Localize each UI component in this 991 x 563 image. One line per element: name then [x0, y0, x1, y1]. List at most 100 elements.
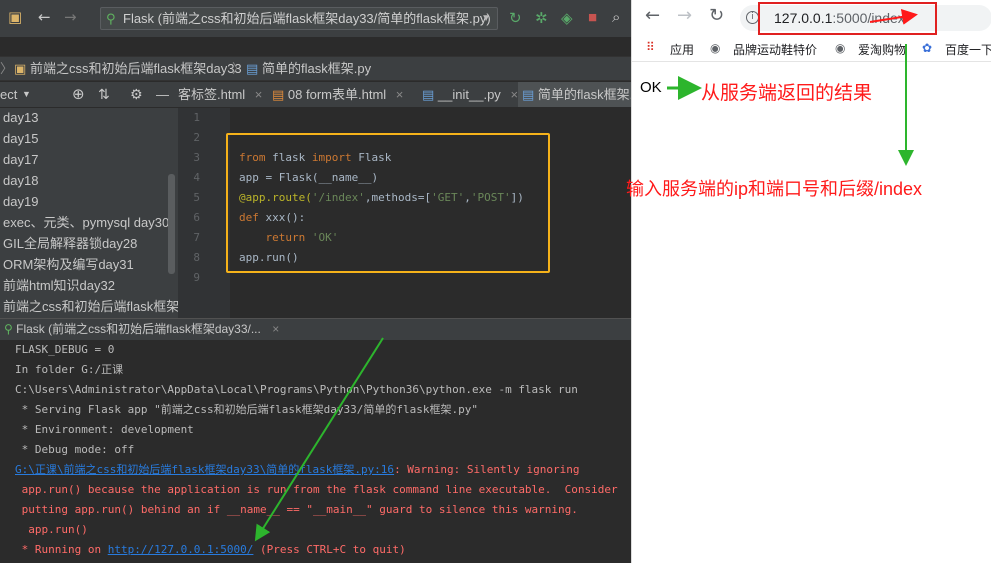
tree-scrollbar[interactable]: [168, 174, 175, 274]
console-line: In folder G:/正课: [15, 363, 124, 376]
console-line: * Environment: development: [15, 423, 194, 436]
chevron-down-icon[interactable]: ▼: [22, 82, 31, 107]
line-number: 7: [193, 231, 200, 244]
search-icon[interactable]: ⌕: [612, 9, 620, 26]
close-icon[interactable]: ×: [396, 87, 404, 102]
minimize-icon[interactable]: —: [156, 82, 169, 107]
tab-simple-flask-py[interactable]: ▤ 简单的flask框架.py: [518, 82, 631, 107]
tree-item[interactable]: ORM架构及编写day31: [3, 255, 134, 275]
line-number: 5: [193, 191, 200, 204]
tree-item[interactable]: exec、元类、pymysql day30: [3, 213, 169, 233]
chevron-down-icon: ▼: [481, 13, 491, 24]
line-number: 6: [193, 211, 200, 224]
breadcrumb: 〉 ▣ 前端之css和初始后端flask框架day33 〉 ▤ 简单的flask…: [0, 56, 631, 81]
gear-icon[interactable]: ⚙: [130, 82, 143, 107]
project-view-label[interactable]: ect: [0, 82, 17, 107]
code-line-5: @app.route('/index',methods=['GET','POST…: [239, 191, 524, 204]
tab-html-label[interactable]: 客标签.html ×: [174, 82, 262, 107]
warning-file-link[interactable]: G:\正课\前端之css和初始后端flask框架day33\简单的flask框架…: [15, 463, 394, 476]
python-file-icon: ▤: [522, 87, 535, 102]
back-icon[interactable]: ←: [645, 5, 660, 26]
crosshair-icon[interactable]: ⊕: [72, 82, 85, 107]
line-number: 4: [193, 171, 200, 184]
console-warning-line: G:\正课\前端之css和初始后端flask框架day33\简单的flask框架…: [15, 463, 580, 476]
code-line-6: def xxx():: [239, 211, 306, 224]
tree-item[interactable]: 前端html知识day32: [3, 276, 115, 296]
rerun-icon[interactable]: ↻: [509, 9, 522, 27]
tree-item[interactable]: day19: [3, 192, 38, 212]
apps-grid-icon[interactable]: ⠿: [646, 40, 655, 54]
tree-item[interactable]: GIL全局解释器锁day28: [3, 234, 137, 254]
folder-icon[interactable]: ▣: [8, 8, 22, 26]
console-line: FLASK_DEBUG = 0: [15, 343, 115, 356]
breadcrumb-folder-icon: ▣: [14, 61, 27, 76]
tree-item[interactable]: day15: [3, 129, 38, 149]
back-arrow-icon[interactable]: ←: [38, 8, 51, 26]
close-icon[interactable]: ×: [255, 87, 263, 102]
console-line: * Serving Flask app "前端之css和初始后端flask框架d…: [15, 403, 479, 416]
code-line-4: app = Flask(__name__): [239, 171, 379, 184]
close-icon[interactable]: ×: [510, 87, 518, 102]
debug-bug-icon[interactable]: ✲: [535, 9, 548, 27]
tab-label: 客标签.html: [178, 87, 246, 102]
coverage-shield-icon[interactable]: ◈: [561, 9, 573, 27]
line-number: 9: [193, 271, 200, 284]
code-line-3: from flask import Flask: [239, 151, 392, 164]
run-configuration-select[interactable]: ⚲ Flask (前端之css和初始后端flask框架day33/简单的flas…: [100, 7, 498, 30]
running-url-link[interactable]: http://127.0.0.1:5000/: [108, 543, 254, 556]
console-running-line: * Running on http://127.0.0.1:5000/ (Pre…: [15, 543, 406, 556]
result-annotation: 从服务端返回的结果: [701, 83, 873, 104]
breadcrumb-separator-icon: 〉: [232, 61, 246, 76]
tab-label: 简单的flask框架.py: [537, 87, 631, 102]
line-number: 2: [193, 131, 200, 144]
console-line: C:\Users\Administrator\AppData\Local\Pro…: [15, 383, 578, 396]
flask-run-icon: ⚲: [4, 322, 13, 336]
tab-label: __init__.py: [437, 87, 501, 102]
page-body-text: OK: [640, 79, 662, 96]
run-configuration-label: Flask (前端之css和初始后端flask框架day33/简单的flask框…: [123, 11, 491, 26]
run-tab-label: Flask (前端之css和初始后端flask框架day33/...: [16, 322, 261, 336]
flask-run-icon: ⚲: [106, 11, 116, 26]
tree-item[interactable]: 前端之css和初始后端flask框架d: [3, 297, 178, 317]
globe-icon: ◉: [835, 41, 846, 55]
tree-item[interactable]: day18: [3, 171, 38, 191]
html-file-icon: ▤: [272, 87, 285, 102]
tree-item[interactable]: day17: [3, 150, 38, 170]
breadcrumb-folder[interactable]: 前端之css和初始后端flask框架day33: [30, 57, 242, 81]
bookmark-apps[interactable]: 应用: [670, 41, 694, 58]
line-number: 1: [193, 111, 200, 124]
bookmark-item[interactable]: 百度一下: [945, 41, 991, 58]
code-line-7: return 'OK': [239, 231, 339, 244]
close-icon[interactable]: ×: [272, 322, 279, 336]
forward-arrow-icon[interactable]: →: [64, 8, 77, 26]
console-line: * Debug mode: off: [15, 443, 135, 456]
code-line-8: app.run(): [239, 251, 299, 264]
reload-icon[interactable]: ↻: [709, 5, 724, 26]
stop-icon[interactable]: ■: [588, 9, 597, 26]
python-file-icon: ▤: [422, 87, 435, 102]
bookmark-item[interactable]: 品牌运动鞋特价: [733, 41, 817, 58]
tab-init-py[interactable]: ▤ __init__.py ×: [418, 82, 518, 107]
console-warning-line: putting app.run() behind an if __name__ …: [15, 503, 578, 516]
ide-window: ▣ ← → ⚲ Flask (前端之css和初始后端flask框架day33/简…: [0, 0, 631, 563]
line-number-gutter: 1 2 3 4 5 6 7 8 9: [178, 108, 230, 318]
paw-icon: ✿: [922, 41, 933, 55]
run-tool-tab[interactable]: ⚲ Flask (前端之css和初始后端flask框架day33/... ×: [0, 318, 631, 340]
tab-label: 08 form表单.html: [287, 87, 387, 102]
tab-form-html[interactable]: ▤ 08 form表单.html ×: [268, 82, 403, 107]
bookmarks-bar: ⠿ 应用 ◉ 品牌运动鞋特价 ◉ 爱淘购物 ✿ 百度一下: [632, 34, 991, 62]
console-warning-line: app.run() because the application is run…: [15, 483, 618, 496]
editor-tab-bar: ect ▼ ⊕ ⇅ ⚙ — 客标签.html × ▤ 08 form表单.htm…: [0, 82, 631, 108]
forward-icon[interactable]: →: [677, 5, 692, 26]
line-number: 3: [193, 151, 200, 164]
project-tree: day13 day15 day17 day18 day19 exec、元类、py…: [0, 108, 178, 318]
breadcrumb-separator-icon: 〉: [0, 61, 14, 76]
input-annotation: 输入服务端的ip和端口号和后缀/index: [626, 179, 923, 199]
python-file-icon: ▤: [246, 61, 259, 76]
breadcrumb-file[interactable]: 简单的flask框架.py: [262, 57, 371, 81]
ide-toolbar: ▣ ← → ⚲ Flask (前端之css和初始后端flask框架day33/简…: [0, 0, 631, 38]
tree-item[interactable]: day13: [3, 108, 38, 128]
console-warning-line: app.run(): [15, 523, 88, 536]
collapse-icon[interactable]: ⇅: [98, 82, 110, 107]
bookmark-item[interactable]: 爱淘购物: [858, 41, 906, 58]
